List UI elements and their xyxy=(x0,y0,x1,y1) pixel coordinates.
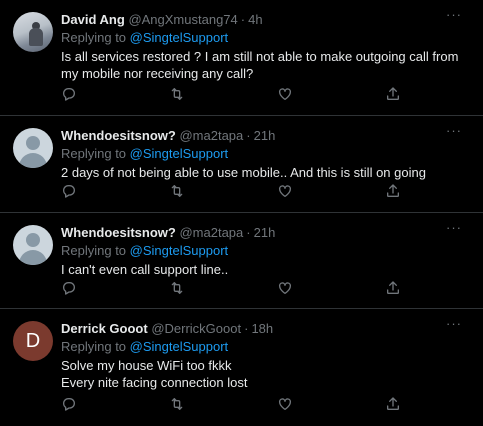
like-icon[interactable] xyxy=(277,86,295,104)
author-name[interactable]: Whendoesitsnow? xyxy=(61,225,176,240)
tweet-header: Whendoesitsnow? @ma2tapa · 21h xyxy=(61,225,275,241)
tweet[interactable]: David Ang @AngXmustang74 · 4h ··· Replying… xyxy=(0,0,483,116)
replying-to: Replying to @SingtelSupport xyxy=(61,339,228,355)
tweet[interactable]: D Derrick Gooot @DerrickGooot · 18h ··· Re… xyxy=(0,309,483,426)
author-handle[interactable]: @AngXmustang74 xyxy=(128,12,237,27)
separator-dot: · xyxy=(240,12,246,27)
like-icon[interactable] xyxy=(277,280,295,298)
tweet-actions xyxy=(61,86,411,106)
replying-to: Replying to @SingtelSupport xyxy=(61,243,228,259)
tweet-header: Whendoesitsnow? @ma2tapa · 21h xyxy=(61,128,275,144)
default-avatar-head xyxy=(26,136,40,150)
avatar[interactable] xyxy=(13,225,53,265)
author-name[interactable]: Derrick Gooot xyxy=(61,321,148,336)
reply-icon[interactable] xyxy=(61,396,79,414)
share-icon[interactable] xyxy=(385,280,403,298)
separator-dot: · xyxy=(246,225,251,240)
replying-to-label: Replying to xyxy=(61,146,130,161)
mention-link[interactable]: @SingtelSupport xyxy=(130,339,228,354)
default-avatar-body xyxy=(19,153,47,168)
author-handle[interactable]: @DerrickGooot xyxy=(151,321,241,336)
separator-dot: · xyxy=(246,128,251,143)
tweet-actions xyxy=(61,396,411,416)
tweet-header: David Ang @AngXmustang74 · 4h xyxy=(61,12,263,28)
author-handle[interactable]: @ma2tapa xyxy=(179,128,243,143)
more-icon[interactable]: ··· xyxy=(445,317,463,333)
tweet-text: 2 days of not being able to use mobile..… xyxy=(61,165,426,180)
tweet-text: Solve my house WiFi too fkkk Every nite … xyxy=(61,357,461,391)
tweet-actions xyxy=(61,280,411,300)
reply-icon[interactable] xyxy=(61,86,79,104)
replying-to-label: Replying to xyxy=(61,339,130,354)
retweet-icon[interactable] xyxy=(169,183,187,201)
author-name[interactable]: Whendoesitsnow? xyxy=(61,128,176,143)
tweet-text-line: Solve my house WiFi too fkkk xyxy=(61,358,232,373)
retweet-icon[interactable] xyxy=(169,396,187,414)
more-icon[interactable]: ··· xyxy=(445,221,463,237)
tweet[interactable]: Whendoesitsnow? @ma2tapa · 21h ··· Replyin… xyxy=(0,116,483,213)
replying-to-label: Replying to xyxy=(61,243,130,258)
replying-to-label: Replying to xyxy=(61,30,130,45)
like-icon[interactable] xyxy=(277,183,295,201)
tweet-time[interactable]: 18h xyxy=(251,321,273,336)
tweet-text-line: Every nite facing connection lost xyxy=(61,375,248,390)
mention-link[interactable]: @SingtelSupport xyxy=(130,30,228,45)
author-name[interactable]: David Ang xyxy=(61,12,125,27)
tweet-time[interactable]: 21h xyxy=(254,128,276,143)
share-icon[interactable] xyxy=(385,396,403,414)
replying-to: Replying to @SingtelSupport xyxy=(61,146,228,162)
reply-icon[interactable] xyxy=(61,183,79,201)
reply-icon[interactable] xyxy=(61,280,79,298)
tweet-text: Is all services restored ? I am still no… xyxy=(61,49,459,81)
avatar[interactable]: D xyxy=(13,321,53,361)
replying-to: Replying to @SingtelSupport xyxy=(61,30,228,46)
default-avatar-head xyxy=(26,233,40,247)
tweet-header: Derrick Gooot @DerrickGooot · 18h xyxy=(61,321,273,337)
tweet-time[interactable]: 21h xyxy=(254,225,276,240)
tweet[interactable]: Whendoesitsnow? @ma2tapa · 21h ··· Replyin… xyxy=(0,213,483,309)
share-icon[interactable] xyxy=(385,183,403,201)
more-icon[interactable]: ··· xyxy=(445,8,463,24)
author-handle[interactable]: @ma2tapa xyxy=(179,225,243,240)
tweet-time[interactable]: 4h xyxy=(248,12,262,27)
default-avatar-body xyxy=(19,250,47,265)
retweet-icon[interactable] xyxy=(169,86,187,104)
retweet-icon[interactable] xyxy=(169,280,187,298)
separator-dot: · xyxy=(244,321,249,336)
share-icon[interactable] xyxy=(385,86,403,104)
mention-link[interactable]: @SingtelSupport xyxy=(130,243,228,258)
avatar-figure xyxy=(29,28,43,46)
reply-feed: David Ang @AngXmustang74 · 4h ··· Replying… xyxy=(0,0,483,426)
mention-link[interactable]: @SingtelSupport xyxy=(130,146,228,161)
avatar[interactable] xyxy=(13,12,53,52)
tweet-text: I can't even call support line.. xyxy=(61,262,229,277)
tweet-actions xyxy=(61,183,411,203)
avatar[interactable] xyxy=(13,128,53,168)
like-icon[interactable] xyxy=(277,396,295,414)
more-icon[interactable]: ··· xyxy=(445,124,463,140)
